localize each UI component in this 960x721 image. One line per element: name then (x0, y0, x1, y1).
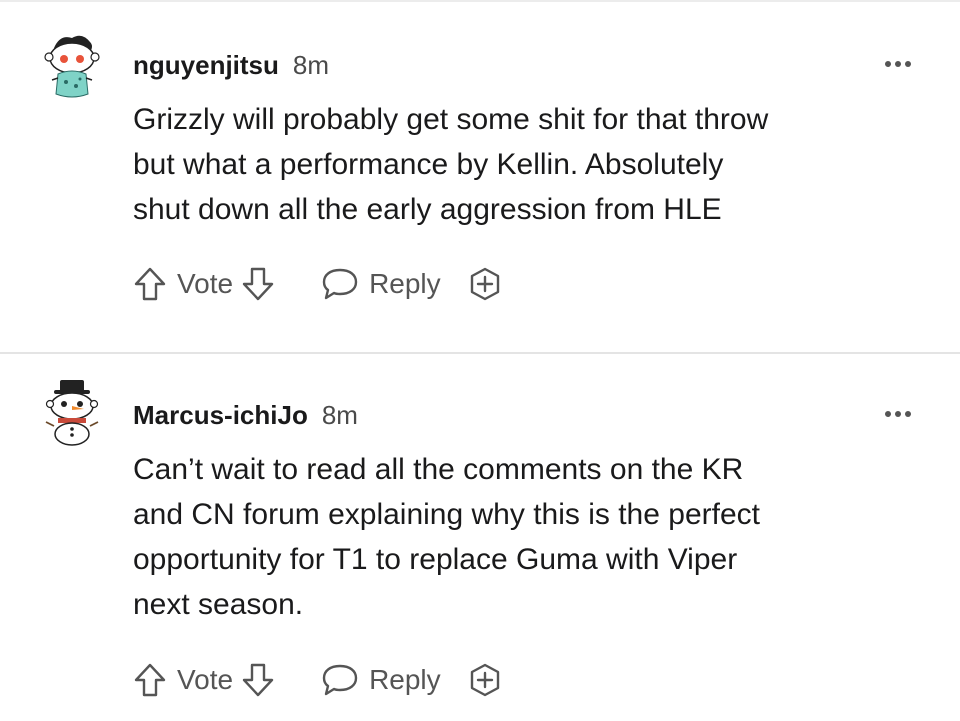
comment-body: Can’t wait to read all the comments on t… (133, 453, 760, 621)
username[interactable]: nguyenjitsu (133, 50, 279, 81)
vote-label: Vote (177, 664, 234, 695)
comment-actions: Vote Reply (133, 262, 503, 306)
more-options-icon[interactable] (876, 402, 920, 426)
downvote-icon[interactable] (241, 662, 275, 698)
reply-label: Reply (369, 664, 441, 695)
comment-header: nguyenjitsu 8m (133, 50, 329, 81)
username[interactable]: Marcus-ichiJo (133, 400, 308, 431)
reply-button[interactable]: Reply (321, 662, 441, 698)
timestamp: 8m (321, 400, 358, 430)
upvote-icon[interactable] (133, 662, 167, 698)
reply-button[interactable]: Reply (321, 266, 441, 302)
more-options-icon[interactable] (876, 52, 920, 76)
comment-divider (0, 352, 960, 354)
reply-bubble-icon (322, 268, 358, 300)
reply-bubble-icon (322, 664, 358, 696)
snoo-avatar-icon (44, 35, 100, 98)
downvote-icon[interactable] (241, 266, 275, 302)
comment-actions: Vote Reply (133, 658, 503, 702)
top-divider (0, 0, 960, 2)
reply-label: Reply (369, 268, 441, 299)
snowman-snoo-avatar-icon (45, 380, 99, 446)
upvote-icon[interactable] (133, 266, 167, 302)
avatar[interactable] (40, 30, 104, 100)
timestamp: 8m (292, 50, 330, 80)
comment-body: Grizzly will probably get some shit for … (133, 103, 769, 226)
vote-label: Vote (177, 268, 234, 299)
award-plus-icon[interactable] (467, 266, 503, 302)
avatar[interactable] (40, 376, 104, 446)
comment-header: Marcus-ichiJo 8m (133, 400, 358, 431)
award-plus-icon[interactable] (467, 662, 503, 698)
